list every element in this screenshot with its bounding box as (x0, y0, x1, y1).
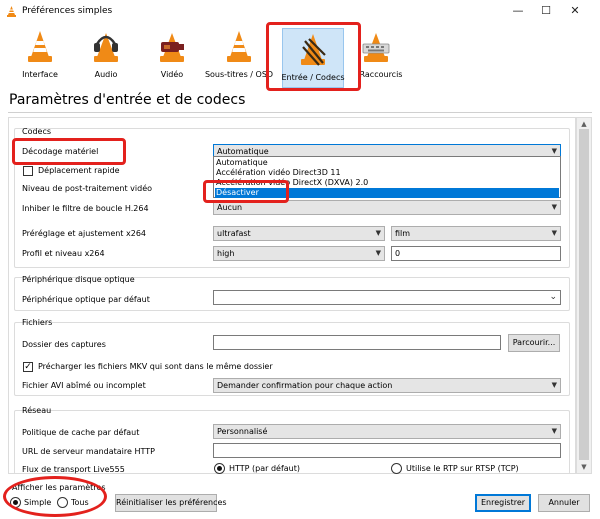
hw-option-d3d11[interactable]: Accélération vidéo Direct3D 11 (216, 168, 341, 178)
subtitles-cone-icon (227, 31, 251, 62)
chevron-down-icon: ▼ (551, 427, 557, 435)
live555-label: Flux de transport Live555 (22, 465, 125, 474)
proxy-input[interactable] (213, 443, 561, 458)
reset-button[interactable]: Réinitialiser les préférences (115, 494, 227, 512)
maximize-button[interactable]: ☐ (533, 2, 559, 20)
x264-tune-value: film (395, 229, 411, 238)
x264-preset-label: Préréglage et ajustement x264 (22, 229, 146, 238)
video-cone-icon (160, 33, 184, 62)
cancel-button[interactable]: Annuler (538, 494, 590, 512)
title-separator (8, 112, 592, 113)
x264-profile-value: high (217, 249, 235, 258)
highlight-show-settings (3, 476, 107, 517)
chevron-down-icon: ⌄ (549, 292, 557, 302)
minimize-button[interactable]: — (505, 2, 531, 20)
tab-audio[interactable]: Audio (74, 26, 138, 86)
checkmark-icon: ✓ (24, 362, 32, 372)
cache-label: Politique de cache par défaut (22, 428, 140, 437)
avi-value: Demander confirmation pour chaque action (217, 381, 393, 390)
x264-level-input[interactable]: 0 (391, 246, 561, 261)
highlight-disable-option (203, 180, 289, 203)
tab-interface[interactable]: Interface (8, 26, 72, 86)
chevron-down-icon: ▼ (375, 249, 381, 257)
x264-profile-combo[interactable]: high ▼ (213, 246, 385, 261)
rtp-radio-label: Utilise le RTP sur RTSP (TCP) (406, 464, 519, 473)
tab-audio-label: Audio (94, 70, 118, 79)
hw-decoding-value: Automatique (217, 147, 269, 156)
chevron-down-icon: ▼ (551, 203, 557, 211)
chevron-down-icon: ▼ (551, 381, 557, 389)
x264-level-value: 0 (395, 249, 401, 258)
tab-video-label: Vidéo (160, 70, 184, 79)
headphones-cone-icon (94, 33, 118, 62)
captures-label: Dossier des captures (22, 340, 106, 349)
fast-seek-label: Déplacement rapide (38, 166, 120, 175)
chevron-down-icon: ▼ (375, 229, 381, 237)
hotkeys-cone-icon (362, 33, 390, 62)
mkv-preload-checkbox[interactable]: ✓ (23, 362, 33, 372)
avi-label: Fichier AVI abîmé ou incomplet (22, 381, 146, 390)
mkv-preload-label: Précharger les fichiers MKV qui sont dan… (38, 362, 273, 371)
optical-default-combo[interactable]: ⌄ (213, 290, 561, 305)
cache-value: Personnalisé (217, 427, 268, 436)
proxy-label: URL de serveur mandataire HTTP (22, 447, 155, 456)
avi-combo[interactable]: Demander confirmation pour chaque action… (213, 378, 561, 393)
scroll-thumb[interactable] (579, 129, 589, 460)
browse-button[interactable]: Parcourir... (508, 334, 560, 352)
http-radio-label: HTTP (par défaut) (229, 464, 300, 473)
x264-profile-label: Profil et niveau x264 (22, 249, 105, 258)
highlight-hw-decoding (12, 138, 126, 165)
cache-combo[interactable]: Personnalisé ▼ (213, 424, 561, 439)
close-button[interactable]: ✕ (562, 2, 588, 20)
scroll-down-arrow[interactable]: ▼ (576, 461, 592, 473)
vlc-app-icon (7, 6, 16, 17)
codecs-group-title: Codecs (22, 127, 52, 136)
network-group-title: Réseau (22, 406, 52, 415)
loop-filter-value: Aucun (217, 203, 243, 212)
http-radio[interactable] (214, 463, 225, 474)
fast-seek-checkbox[interactable] (23, 166, 33, 176)
window-title: Préférences simples (22, 6, 113, 16)
save-button[interactable]: Enregistrer (475, 494, 531, 512)
hw-option-auto[interactable]: Automatique (216, 158, 268, 168)
captures-input[interactable] (213, 335, 501, 350)
x264-tune-combo[interactable]: film ▼ (391, 226, 561, 241)
tab-interface-label: Interface (22, 70, 58, 79)
vlc-cone-icon (28, 31, 52, 62)
optical-default-label: Périphérique optique par défaut (22, 295, 150, 304)
rtp-radio[interactable] (391, 463, 402, 474)
radio-dot-icon (217, 466, 222, 471)
page-title: Paramètres d'entrée et de codecs (9, 92, 246, 108)
optical-group-title: Périphérique disque optique (22, 275, 135, 284)
tab-video[interactable]: Vidéo (140, 26, 204, 86)
tab-subtitles-osd[interactable]: Sous-titres / OSD (205, 26, 273, 86)
x264-preset-combo[interactable]: ultrafast ▼ (213, 226, 385, 241)
highlight-active-tab (266, 22, 361, 91)
chevron-down-icon: ▼ (551, 229, 557, 237)
files-group-title: Fichiers (22, 318, 53, 327)
x264-preset-value: ultrafast (217, 229, 251, 238)
loop-filter-label: Inhiber le filtre de boucle H.264 (22, 204, 149, 213)
postproc-label: Niveau de post-traitement vidéo (22, 184, 153, 193)
